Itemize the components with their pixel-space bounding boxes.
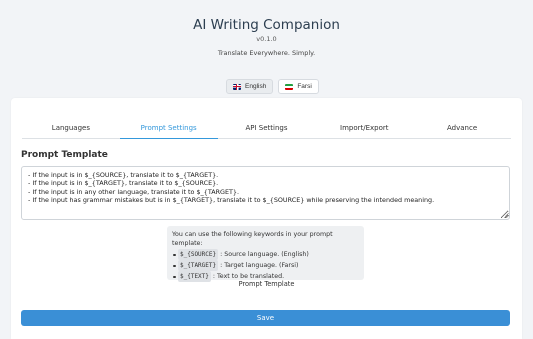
tab-api-settings[interactable]: API Settings: [218, 119, 316, 138]
language-label: Farsi: [297, 83, 312, 90]
keyword-description: : Target language. (Farsi): [220, 262, 299, 269]
prompt-template-textarea[interactable]: - If the input is in $_{SOURCE}, transla…: [21, 166, 510, 220]
resize-handle-icon[interactable]: [504, 213, 509, 218]
language-button-farsi[interactable]: Farsi: [278, 79, 319, 94]
app-title: AI Writing Companion: [193, 17, 340, 33]
section-title: Prompt Template: [21, 150, 108, 160]
tab-languages[interactable]: Languages: [22, 119, 120, 138]
language-switcher: English Farsi: [226, 79, 319, 94]
tab-prompt-settings[interactable]: Prompt Settings: [119, 119, 218, 139]
settings-tabs: Languages Prompt Settings API Settings I…: [22, 119, 511, 139]
keyword-code: $_{TARGET}: [178, 260, 219, 271]
app-tagline: Translate Everywhere. Simply.: [217, 49, 316, 57]
keyword-list: $_{SOURCE} : Source language. (English) …: [172, 249, 359, 282]
keywords-help-box: You can use the following keywords in yo…: [167, 226, 364, 282]
save-button[interactable]: Save: [21, 310, 510, 326]
language-button-english[interactable]: English: [226, 79, 274, 94]
prompt-template-caption: Prompt Template: [238, 280, 295, 288]
tab-advance[interactable]: Advance: [413, 119, 511, 138]
help-intro: You can use the following keywords in yo…: [172, 231, 333, 247]
language-label: English: [245, 83, 267, 90]
app-version: v0.1.0: [256, 35, 277, 43]
uk-flag-icon: [233, 83, 241, 90]
iran-flag-icon: [285, 83, 294, 90]
list-item: $_{SOURCE} : Source language. (English): [172, 249, 359, 260]
tab-import-export[interactable]: Import/Export: [315, 119, 413, 138]
keyword-code: $_{SOURCE}: [178, 249, 219, 260]
keyword-description: : Source language. (English): [220, 251, 309, 258]
list-item: $_{TARGET} : Target language. (Farsi): [172, 260, 359, 271]
